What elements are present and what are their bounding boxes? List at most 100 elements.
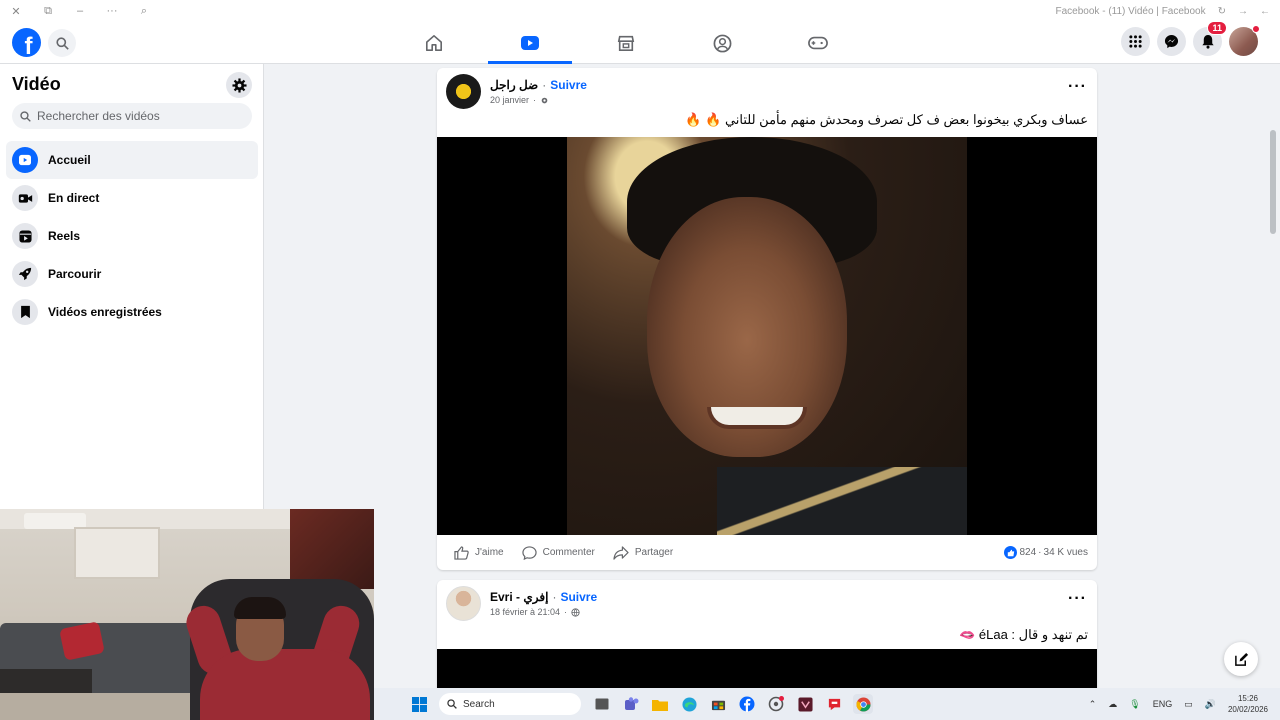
separator-dot: · (1038, 547, 1042, 558)
post-header-name: ضل راجل · Suivre (490, 78, 587, 92)
minimize-window-icon[interactable]: – (74, 5, 86, 17)
like-button[interactable]: J'aime (454, 545, 504, 560)
nav-home[interactable] (386, 22, 482, 64)
sidebar-item-parcourir[interactable]: Parcourir (6, 255, 258, 293)
marketplace-icon (617, 35, 635, 52)
post-author-name[interactable]: ضل راجل (490, 78, 538, 92)
sidebar-item-en-direct[interactable]: En direct (6, 179, 258, 217)
post-date-row: 18 février à 21:04 · (490, 607, 580, 617)
view-count: 34 K vues (1043, 547, 1088, 558)
sidebar-item-label: Reels (48, 229, 81, 243)
post-header-name: Evri - إفري · Suivre (490, 590, 597, 604)
facebook-app-icon[interactable] (737, 694, 757, 714)
close-window-icon[interactable]: ✕ (10, 5, 22, 18)
post-more-options-icon[interactable]: ··· (1068, 590, 1087, 608)
sidebar-item-reels[interactable]: Reels (6, 217, 258, 255)
post-author-avatar[interactable] (446, 586, 481, 621)
edge-icon[interactable] (679, 694, 699, 714)
follow-button[interactable]: Suivre (550, 78, 587, 92)
file-explorer-icon[interactable] (650, 694, 670, 714)
windows-taskbar: Search ⌃ ☁ 🎙 ENG ▭ 🔊 15:26 20/02/2026 (374, 688, 1280, 720)
notifications-button[interactable]: 11 (1193, 21, 1227, 56)
share-button[interactable]: Partager (613, 545, 673, 560)
share-icon (613, 545, 629, 560)
play-icon (12, 147, 38, 173)
taskbar-search[interactable]: Search (439, 693, 581, 715)
nav-marketplace[interactable] (578, 22, 674, 64)
page-scrollbar[interactable] (1270, 130, 1276, 234)
sidebar-title: Vidéo (12, 74, 61, 94)
taskbar-clock[interactable]: 15:26 20/02/2026 (1228, 693, 1268, 715)
system-tray: ⌃ ☁ 🎙 ENG ▭ 🔊 15:26 20/02/2026 (1089, 688, 1268, 720)
restore-window-icon[interactable]: ⧉ (42, 5, 54, 18)
store-icon[interactable] (708, 694, 728, 714)
video-player[interactable] (437, 137, 1097, 535)
thumbs-up-icon (454, 545, 469, 560)
vf-collar (717, 467, 967, 535)
post-author-name[interactable]: Evri - إفري (490, 590, 548, 604)
video-search-input[interactable]: Rechercher des vidéos (12, 103, 252, 129)
search-icon (20, 110, 31, 122)
reload-icon[interactable]: ↻ (1218, 6, 1226, 17)
facebook-header: f 11 (0, 21, 1280, 64)
task-view-icon[interactable] (592, 694, 612, 714)
like-label: J'aime (475, 547, 504, 558)
taskbar-search-label: Search (463, 698, 495, 710)
new-message-button[interactable] (1224, 642, 1258, 676)
volume-icon[interactable]: 🔊 (1205, 699, 1216, 710)
recorder-icon[interactable] (766, 694, 786, 714)
video-frame (567, 137, 967, 535)
grid-menu-icon (1129, 35, 1142, 48)
chat-app-icon[interactable] (824, 694, 844, 714)
post-date[interactable]: 18 février à 21:04 (490, 607, 560, 617)
chrome-icon[interactable] (853, 694, 873, 714)
microphone-icon[interactable]: 🎙 (1129, 699, 1140, 710)
bookmark-icon (12, 299, 38, 325)
taskbar-apps (592, 694, 873, 714)
post-caption: تم تنهد و قال : éLaa 🫦 (959, 627, 1088, 642)
search-icon (55, 36, 69, 50)
menu-button[interactable] (1121, 27, 1150, 56)
post-date[interactable]: 20 janvier (490, 95, 529, 105)
nav-groups[interactable] (674, 22, 770, 64)
wc-painting (74, 527, 160, 579)
profile-avatar[interactable] (1229, 25, 1260, 56)
onedrive-icon[interactable]: ☁ (1108, 699, 1117, 710)
teams-icon[interactable] (621, 694, 641, 714)
more-options-icon[interactable]: ··· (106, 5, 118, 17)
display-icon[interactable]: ▭ (1184, 699, 1193, 710)
language-indicator[interactable]: ENG (1153, 699, 1173, 709)
windows-start-icon[interactable] (412, 697, 427, 712)
separator-dot: · (552, 590, 557, 604)
forward-icon[interactable]: → (1238, 6, 1248, 17)
sidebar-item-label: Parcourir (48, 267, 102, 281)
wc-red-paint (290, 509, 374, 589)
separator-dot: · (542, 78, 547, 92)
comment-button[interactable]: Commenter (521, 545, 595, 560)
media-app-icon[interactable] (795, 694, 815, 714)
notification-badge: 11 (1207, 21, 1227, 35)
video-search-placeholder: Rechercher des vidéos (37, 109, 160, 123)
privacy-gear-icon (541, 97, 548, 103)
globe-icon (571, 607, 580, 617)
search-icon (447, 699, 457, 709)
post-author-avatar[interactable] (446, 74, 481, 109)
sidebar-item-videos-enregistrees[interactable]: Vidéos enregistrées (6, 293, 258, 331)
follow-button[interactable]: Suivre (560, 590, 597, 604)
back-icon[interactable]: ← (1260, 6, 1270, 17)
facebook-logo[interactable]: f (12, 28, 41, 57)
tray-overflow-icon[interactable]: ⌃ (1089, 699, 1097, 710)
post-date-row: 20 janvier · (490, 95, 549, 105)
messenger-button[interactable] (1157, 27, 1186, 56)
window-titlebar: ✕ ⧉ – ··· ⌕ Facebook - (11) Vidéo | Face… (0, 0, 1280, 22)
settings-button[interactable] (226, 72, 252, 98)
extension-icon[interactable]: ⌕ (138, 5, 150, 18)
nav-gaming[interactable] (770, 22, 866, 64)
facebook-logo-letter: f (24, 33, 33, 58)
sidebar-item-label: Accueil (48, 153, 91, 167)
post-more-options-icon[interactable]: ··· (1068, 78, 1087, 96)
search-button[interactable] (48, 29, 76, 57)
sidebar-item-accueil[interactable]: Accueil (6, 141, 258, 179)
reaction-count[interactable]: 824 (1019, 547, 1036, 558)
nav-video[interactable] (482, 22, 578, 64)
